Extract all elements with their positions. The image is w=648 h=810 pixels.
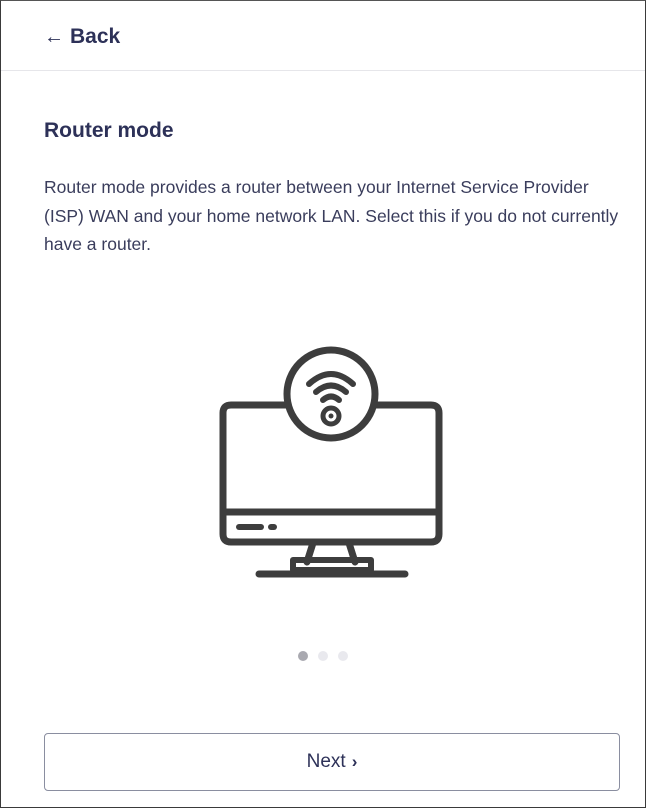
next-label: Next	[306, 751, 346, 772]
monitor-wifi-icon	[219, 346, 443, 578]
back-label: Back	[70, 25, 121, 48]
wifi-node-center	[328, 413, 334, 419]
pagination-dot-2[interactable]	[318, 651, 328, 661]
monitor-base	[290, 557, 374, 573]
wifi-arc-inner	[320, 393, 342, 403]
chevron-right-icon: ›	[351, 752, 358, 771]
mode-description: Router mode provides a router between yo…	[44, 177, 619, 254]
page-title: Router mode	[44, 119, 174, 142]
next-button[interactable]: Next ›	[44, 733, 620, 791]
header: ← Back	[1, 1, 645, 71]
back-button[interactable]: ← Back	[44, 23, 120, 51]
pagination-dots	[298, 651, 348, 661]
arrow-left-icon: ←	[44, 26, 64, 48]
setup-wizard-panel: ← Back Router mode Router mode provides …	[0, 0, 646, 808]
pagination-dot-3[interactable]	[338, 651, 348, 661]
pagination-dot-1[interactable]	[298, 651, 308, 661]
